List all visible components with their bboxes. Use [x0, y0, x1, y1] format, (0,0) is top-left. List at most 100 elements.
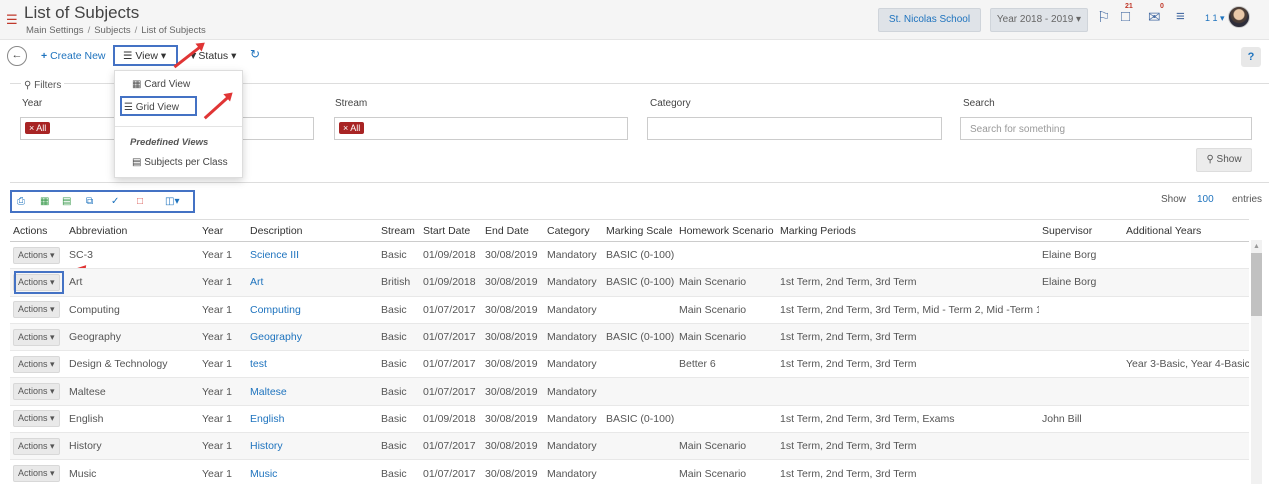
- table-row[interactable]: Actions ▾ Music Year 1 Music Basic 01/07/2017…: [10, 459, 1249, 484]
- search-filter-label: Search: [963, 98, 995, 109]
- table-cell: [603, 296, 676, 324]
- table-cell[interactable]: Art: [247, 268, 378, 297]
- columns-icon[interactable]: ◫▾: [165, 196, 179, 207]
- subjects-table: Actions Abbreviation Year Description St…: [10, 219, 1249, 484]
- create-new-button[interactable]: + Create New: [41, 50, 106, 62]
- column-header[interactable]: End Date: [482, 219, 544, 242]
- mail-icon[interactable]: ✉: [1148, 8, 1161, 26]
- table-cell[interactable]: Geography: [247, 323, 378, 352]
- table-cell: [1039, 432, 1123, 461]
- table-cell: Geography: [66, 323, 199, 352]
- column-header[interactable]: Start Date: [420, 219, 482, 242]
- table-cell: [1039, 323, 1123, 352]
- hamburger-icon[interactable]: ☰: [6, 13, 18, 26]
- table-cell[interactable]: History: [247, 432, 378, 461]
- column-header[interactable]: Year: [199, 219, 247, 242]
- actions-button[interactable]: Actions ▾: [13, 246, 60, 264]
- actions-button[interactable]: Actions ▾: [13, 328, 60, 346]
- table-row[interactable]: Actions ▾ Maltese Year 1 Maltese Basic 01/07/…: [10, 377, 1249, 406]
- top-header: ☰ List of Subjects Main Settings / Subject…: [0, 0, 1269, 40]
- column-header[interactable]: Abbreviation: [66, 219, 199, 242]
- column-header[interactable]: Supervisor: [1039, 219, 1123, 242]
- flag-icon[interactable]: ⚐: [1097, 8, 1110, 26]
- year-all-tag[interactable]: × All: [25, 122, 51, 134]
- column-header[interactable]: Additional Years: [1123, 219, 1249, 242]
- table-row[interactable]: Actions ▾ Design & Technology Year 1 test Ba…: [10, 350, 1249, 379]
- back-button[interactable]: ←: [7, 46, 27, 66]
- column-header[interactable]: Description: [247, 219, 378, 242]
- table-cell: 1st Term, 2nd Term, 3rd Term, Mid - Term…: [777, 296, 1039, 324]
- layers-icon[interactable]: ≡: [1176, 8, 1185, 25]
- table-cell: 01/09/2018: [420, 241, 482, 270]
- table-cell: Year 1: [199, 323, 247, 352]
- actions-button[interactable]: Actions ▾: [13, 437, 60, 455]
- table-cell[interactable]: Science III: [247, 241, 378, 270]
- breadcrumb-item-subjects[interactable]: Subjects: [94, 25, 130, 36]
- view-dropdown-menu: ▦ Card View ☰ Grid View Predefined Views…: [114, 70, 243, 178]
- table-cell[interactable]: Music: [247, 459, 378, 484]
- search-input[interactable]: Search for something: [960, 117, 1252, 140]
- actions-button[interactable]: Actions ▾: [13, 383, 60, 401]
- table-cell: BASIC (0-100): [603, 405, 676, 434]
- table-cell[interactable]: test: [247, 350, 378, 379]
- copy-icon[interactable]: ⧉: [86, 196, 93, 207]
- scrollbar-thumb[interactable]: [1251, 253, 1262, 316]
- table-cell[interactable]: Maltese: [247, 377, 378, 406]
- column-header[interactable]: Actions: [10, 219, 66, 242]
- table-cell: [603, 432, 676, 461]
- actions-button[interactable]: Actions ▾: [13, 301, 60, 319]
- user-menu-label[interactable]: 1 1 ▾: [1205, 13, 1225, 24]
- stream-all-tag[interactable]: × All: [339, 122, 365, 134]
- year-selector[interactable]: Year 2018 - 2019 ▾: [990, 8, 1088, 32]
- table-cell: Basic: [378, 350, 420, 379]
- plus-icon: +: [41, 50, 48, 62]
- table-cell: 01/07/2017: [420, 459, 482, 484]
- notification-count: 21: [1125, 3, 1133, 10]
- column-header[interactable]: Homework Scenario: [676, 219, 777, 242]
- table-cell: 30/08/2019: [482, 405, 544, 434]
- refresh-icon[interactable]: ↻: [250, 47, 260, 61]
- column-header[interactable]: Category: [544, 219, 603, 242]
- subjects-per-class-item[interactable]: ▤ Subjects per Class: [132, 157, 228, 168]
- table-cell: British: [378, 268, 420, 297]
- scroll-up-icon[interactable]: ▲: [1253, 243, 1260, 250]
- table-cell: [1123, 296, 1249, 324]
- actions-button[interactable]: Actions ▾: [13, 465, 60, 483]
- table-cell: 01/07/2017: [420, 432, 482, 461]
- table-body: Actions ▾ SC-3 Year 1 Science III Basic 01/09…: [10, 241, 1249, 484]
- table-cell: Year 1: [199, 241, 247, 270]
- table-cell: [1123, 405, 1249, 434]
- column-header[interactable]: Stream: [378, 219, 420, 242]
- square-icon[interactable]: □: [137, 196, 143, 207]
- school-selector[interactable]: St. Nicolas School: [878, 8, 981, 32]
- stream-filter-input[interactable]: × All: [334, 117, 628, 140]
- table-cell: [1123, 432, 1249, 461]
- actions-cell: Actions ▾: [10, 350, 66, 379]
- column-header[interactable]: Marking Periods: [777, 219, 1039, 242]
- show-button[interactable]: ⚲ Show: [1196, 148, 1252, 172]
- print-icon[interactable]: ⎙: [17, 196, 25, 207]
- table-cell[interactable]: English: [247, 405, 378, 434]
- table-cell: Mandatory: [544, 268, 603, 297]
- entries-count-select[interactable]: 100: [1197, 194, 1214, 205]
- actions-button[interactable]: Actions ▾: [13, 355, 60, 373]
- csv-icon[interactable]: ▤: [62, 196, 71, 207]
- table-row[interactable]: Actions ▾ Art Year 1 Art British 01/09/2018 30…: [10, 268, 1249, 297]
- grid-view-highlight-box: [120, 96, 197, 116]
- help-button[interactable]: ?: [1241, 47, 1261, 67]
- actions-button[interactable]: Actions ▾: [13, 410, 60, 428]
- table-row[interactable]: Actions ▾ Computing Year 1 Computing Basic 01…: [10, 296, 1249, 324]
- breadcrumb-item-main-settings[interactable]: Main Settings: [26, 25, 84, 36]
- notification-icon[interactable]: □: [1121, 8, 1130, 25]
- card-view-item[interactable]: ▦ Card View: [132, 79, 190, 90]
- column-header[interactable]: Marking Scale: [603, 219, 676, 242]
- check-icon[interactable]: ✓: [111, 196, 119, 207]
- table-cell[interactable]: Computing: [247, 296, 378, 324]
- excel-icon[interactable]: ▦: [40, 196, 49, 207]
- table-row[interactable]: Actions ▾ History Year 1 History Basic 01/07/…: [10, 432, 1249, 461]
- table-row[interactable]: Actions ▾ SC-3 Year 1 Science III Basic 01/09…: [10, 241, 1249, 270]
- avatar[interactable]: [1228, 6, 1250, 28]
- table-row[interactable]: Actions ▾ English Year 1 English Basic 01/09/…: [10, 405, 1249, 434]
- table-row[interactable]: Actions ▾ Geography Year 1 Geography Basic 01…: [10, 323, 1249, 352]
- category-filter-input[interactable]: [647, 117, 942, 140]
